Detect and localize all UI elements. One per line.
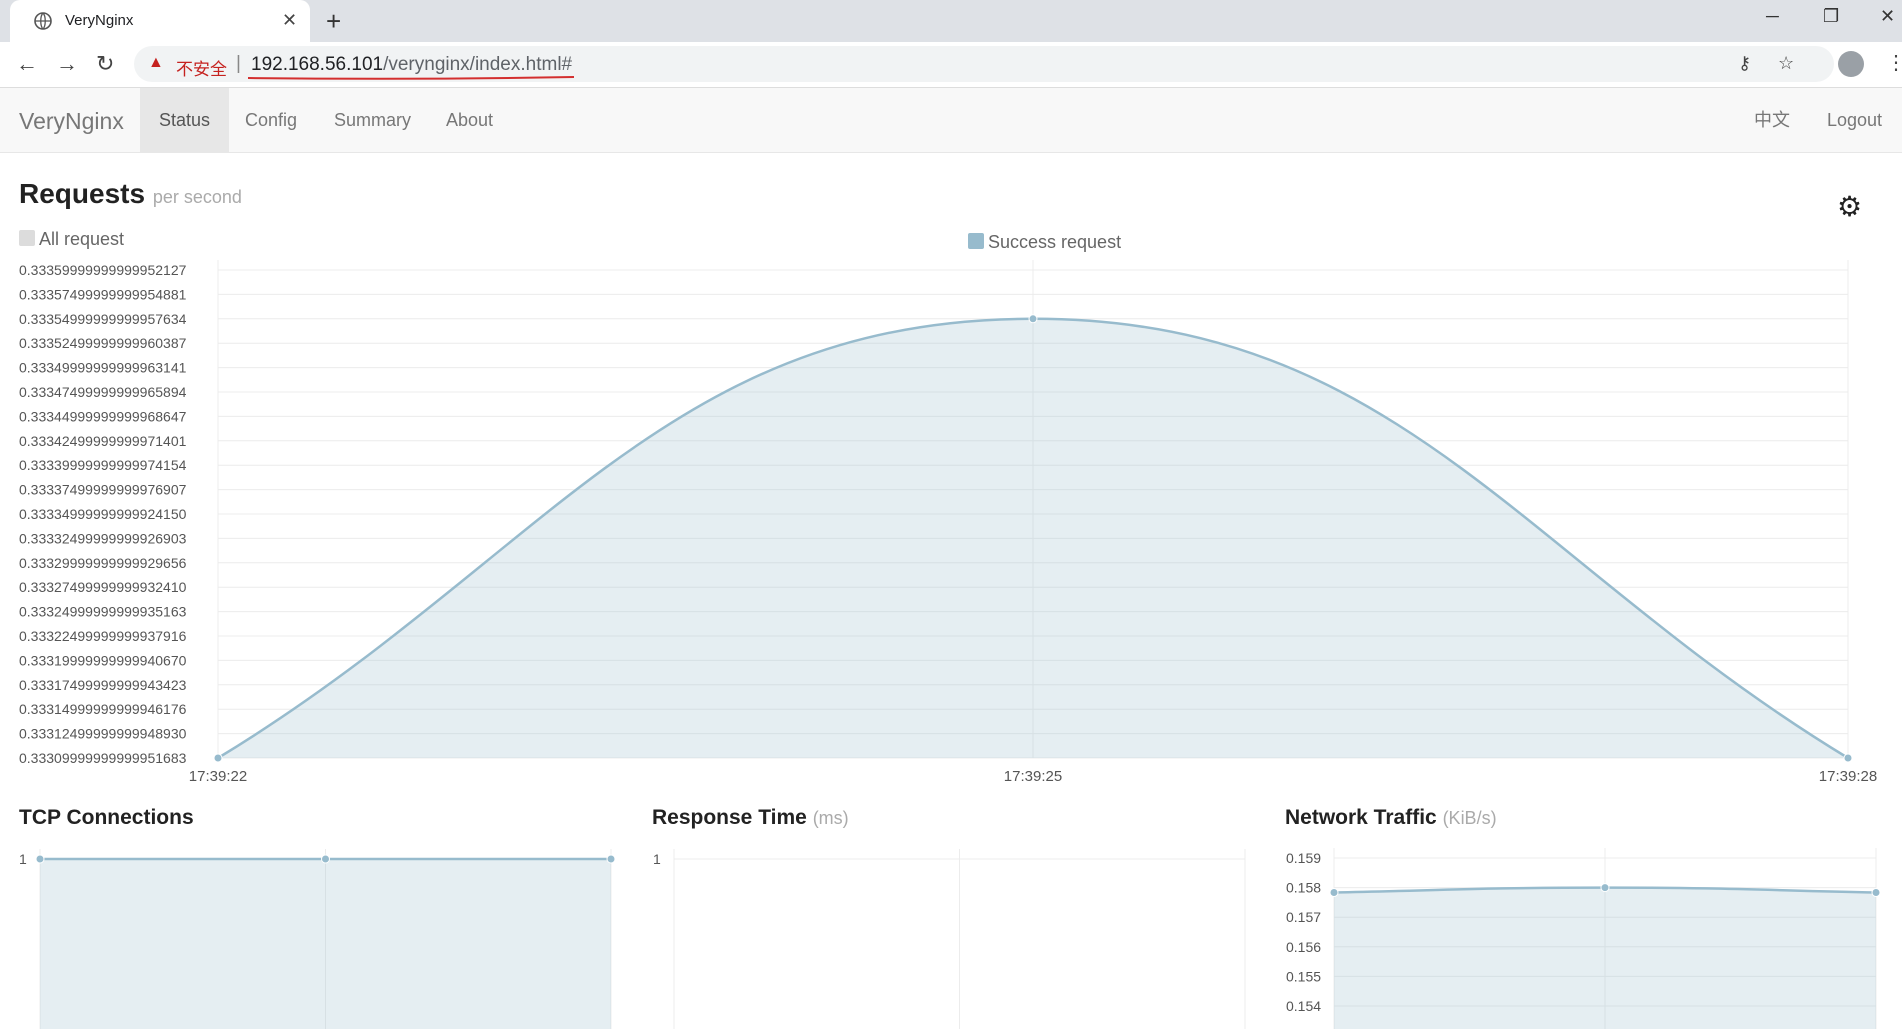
y-tick-label: 0.33324999999999935163 — [19, 604, 187, 620]
y-tick-label: 0.33339999999999974154 — [19, 457, 187, 473]
browser-tab[interactable]: VeryNginx ✕ — [10, 0, 310, 42]
response-title: Response Time — [652, 806, 807, 829]
minimize-icon[interactable]: ─ — [1766, 6, 1779, 27]
x-tick-label: 17:39:28 — [1819, 768, 1877, 785]
nav-about[interactable]: About — [427, 88, 512, 152]
window-close-icon[interactable]: ✕ — [1880, 6, 1895, 27]
y-tick-label: 0.33327499999999932410 — [19, 579, 187, 595]
insecure-label[interactable]: 不安全 — [176, 55, 227, 80]
legend-swatch — [19, 230, 35, 246]
y-tick-label: 0.33344999999999968647 — [19, 408, 187, 424]
y-tick-label: 0.158 — [1286, 880, 1321, 896]
response-heading: Response Time (ms) — [652, 806, 849, 830]
warning-icon[interactable]: ▲ — [148, 54, 164, 72]
reload-icon[interactable]: ↻ — [96, 51, 114, 77]
y-tick-label: 0.33322499999999937916 — [19, 628, 187, 644]
star-icon[interactable]: ☆ — [1778, 53, 1794, 74]
y-tick-label: 0.159 — [1286, 850, 1321, 866]
profile-avatar[interactable] — [1838, 51, 1864, 77]
y-tick-label: 0.33309999999999951683 — [19, 750, 187, 766]
y-tick-label: 0.155 — [1286, 968, 1321, 984]
requests-heading: Requests per second — [19, 178, 242, 210]
legend-swatch — [968, 233, 984, 249]
browser-toolbar: ← → ↻ ▲ 不安全 | 192.168.56.101/verynginx/i… — [0, 42, 1902, 88]
legend-all-request[interactable]: All request — [19, 229, 124, 250]
y-tick-label: 0.154 — [1286, 998, 1321, 1014]
nav-status[interactable]: Status — [140, 88, 230, 152]
legend-success-request[interactable]: Success request — [968, 232, 1121, 253]
browser-tab-strip: VeryNginx ✕ + ─ ❐ ✕ — [0, 0, 1902, 42]
data-point — [1329, 888, 1339, 898]
y-tick-label: 0.157 — [1286, 909, 1321, 925]
forward-icon[interactable]: → — [56, 51, 78, 77]
nav-language[interactable]: 中文 — [1735, 88, 1809, 152]
y-tick-label: 0.33352499999999960387 — [19, 335, 187, 351]
traffic-heading: Network Traffic (KiB/s) — [1285, 806, 1497, 830]
traffic-chart: 0.159 0.158 0.157 0.156 0.155 0.154 — [1286, 848, 1881, 1029]
y-tick-label: 0.33354999999999957634 — [19, 311, 187, 327]
data-point — [1028, 314, 1038, 324]
y-tick-label: 0.33357499999999954881 — [19, 286, 187, 302]
tab-title: VeryNginx — [65, 12, 134, 29]
x-tick-label: 17:39:22 — [189, 768, 247, 785]
y-tick-label: 0.33349999999999963141 — [19, 360, 187, 376]
url-path: /verynginx/index.html# — [383, 54, 573, 75]
y-tick-label: 1 — [653, 851, 661, 867]
tcp-chart: 1 — [19, 849, 616, 1029]
response-unit: (ms) — [812, 808, 849, 828]
series-area — [1334, 887, 1876, 1029]
more-menu-icon[interactable]: ⋮ — [1886, 50, 1902, 75]
data-point — [321, 854, 330, 864]
data-point — [1600, 883, 1610, 893]
legend-label: Success request — [988, 232, 1122, 252]
brand-logo[interactable]: VeryNginx — [19, 108, 124, 135]
y-tick-label: 0.33319999999999940670 — [19, 652, 187, 668]
data-point — [1871, 888, 1881, 898]
legend-label: All request — [39, 229, 125, 249]
app-navbar: VeryNginx Status Config Summary About 中文… — [0, 88, 1902, 153]
data-point — [35, 854, 45, 864]
restore-icon[interactable]: ❐ — [1823, 6, 1839, 27]
nav-logout[interactable]: Logout — [1808, 88, 1901, 152]
y-tick-label: 1 — [19, 851, 27, 867]
data-point — [1843, 753, 1853, 763]
y-tick-label: 0.33329999999999929656 — [19, 555, 187, 571]
url-text[interactable]: 192.168.56.101/verynginx/index.html# — [251, 54, 572, 76]
requests-title: Requests — [19, 178, 146, 209]
y-tick-label: 0.33337499999999976907 — [19, 482, 187, 498]
close-tab-icon[interactable]: ✕ — [282, 10, 297, 31]
y-tick-label: 0.33334999999999924150 — [19, 506, 187, 522]
y-tick-label: 0.33332499999999926903 — [19, 530, 187, 546]
y-tick-label: 0.33342499999999971401 — [19, 433, 187, 449]
tcp-title: TCP Connections — [19, 806, 194, 829]
requests-chart: 0.33359999999999952127 0.3335749999999995… — [19, 260, 1877, 785]
url-underline-mark — [248, 76, 574, 80]
key-icon[interactable]: ⚷ — [1738, 53, 1751, 74]
globe-icon — [34, 12, 52, 30]
address-bar[interactable]: ▲ 不安全 | 192.168.56.101/verynginx/index.h… — [134, 46, 1834, 82]
data-point — [606, 854, 616, 864]
nav-summary[interactable]: Summary — [315, 88, 430, 152]
x-tick-label: 17:39:25 — [1004, 768, 1062, 785]
back-icon[interactable]: ← — [16, 51, 38, 77]
y-tick-label: 0.33359999999999952127 — [19, 262, 187, 278]
nav-config[interactable]: Config — [226, 88, 316, 152]
url-host: 192.168.56.101 — [251, 54, 384, 75]
separator: | — [236, 53, 241, 74]
data-point — [213, 753, 223, 763]
traffic-title: Network Traffic — [1285, 806, 1437, 829]
y-tick-label: 0.33312499999999948930 — [19, 726, 187, 742]
gear-icon[interactable]: ⚙ — [1837, 190, 1862, 223]
y-tick-label: 0.33314999999999946176 — [19, 701, 187, 717]
requests-subtitle: per second — [152, 187, 242, 207]
response-chart: 1 — [653, 849, 1246, 1029]
traffic-unit: (KiB/s) — [1442, 808, 1497, 828]
y-tick-label: 0.33317499999999943423 — [19, 677, 187, 693]
new-tab-icon[interactable]: + — [326, 6, 341, 37]
y-tick-label: 0.33347499999999965894 — [19, 384, 187, 400]
tcp-heading: TCP Connections — [19, 806, 194, 830]
y-tick-label: 0.156 — [1286, 939, 1321, 955]
series-area — [40, 859, 611, 1029]
